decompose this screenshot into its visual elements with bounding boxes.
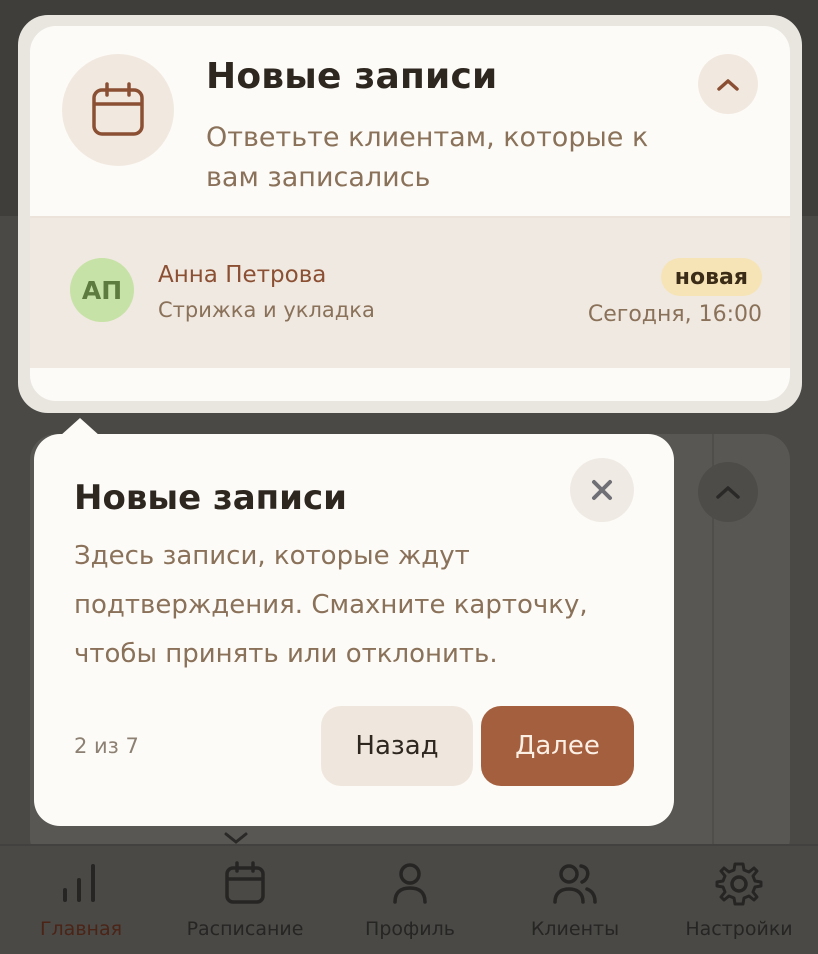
nav-label: Профиль: [365, 918, 455, 940]
card-title: Новые записи: [206, 56, 498, 97]
nav-label: Настройки: [685, 918, 793, 940]
tooltip-step-counter: 2 из 7: [74, 734, 139, 758]
nav-item-clients[interactable]: Клиенты: [500, 860, 650, 950]
bottom-nav: Главная Расписание Профиль Клиенты Настр…: [0, 844, 818, 954]
bar-chart-icon: [63, 864, 95, 902]
collapse-button[interactable]: [698, 54, 758, 114]
booking-time: Сегодня, 16:00: [587, 302, 762, 327]
close-icon: [592, 480, 612, 500]
status-badge: новая: [660, 258, 762, 296]
tooltip-title: Новые записи: [74, 478, 347, 518]
user-icon: [393, 863, 427, 904]
nav-item-schedule[interactable]: Расписание: [170, 860, 320, 950]
nav-label: Главная: [39, 918, 123, 940]
calendar-icon: [225, 861, 265, 904]
nav-label: Клиенты: [530, 918, 620, 940]
nav-item-home[interactable]: Главная: [6, 860, 156, 950]
booking-row[interactable]: АП Анна Петрова Стрижка и укладка новая …: [30, 216, 790, 368]
service-name: Стрижка и укладка: [158, 298, 375, 322]
calendar-icon: [62, 54, 174, 166]
nav-item-profile[interactable]: Профиль: [335, 860, 485, 950]
avatar: АП: [70, 258, 134, 322]
tooltip-close-button[interactable]: [570, 458, 634, 522]
onboarding-tooltip: Новые записи Здесь записи, которые ждут …: [34, 434, 674, 826]
nav-item-settings[interactable]: Настройки: [664, 860, 814, 950]
gear-icon: [715, 862, 763, 906]
chevron-up-icon: [717, 79, 739, 91]
users-icon: [553, 864, 597, 904]
back-button[interactable]: Назад: [321, 706, 473, 786]
client-name: Анна Петрова: [158, 262, 327, 288]
next-button[interactable]: Далее: [481, 706, 634, 786]
background-chevron-up-icon: [698, 462, 758, 522]
new-bookings-card: Новые записи Ответьте клиентам, которые …: [30, 26, 790, 401]
nav-label: Расписание: [186, 918, 304, 940]
tooltip-body: Здесь записи, которые ждут подтверждения…: [74, 541, 588, 669]
card-subtitle: Ответьте клиентам, которые к вам записал…: [206, 122, 649, 193]
